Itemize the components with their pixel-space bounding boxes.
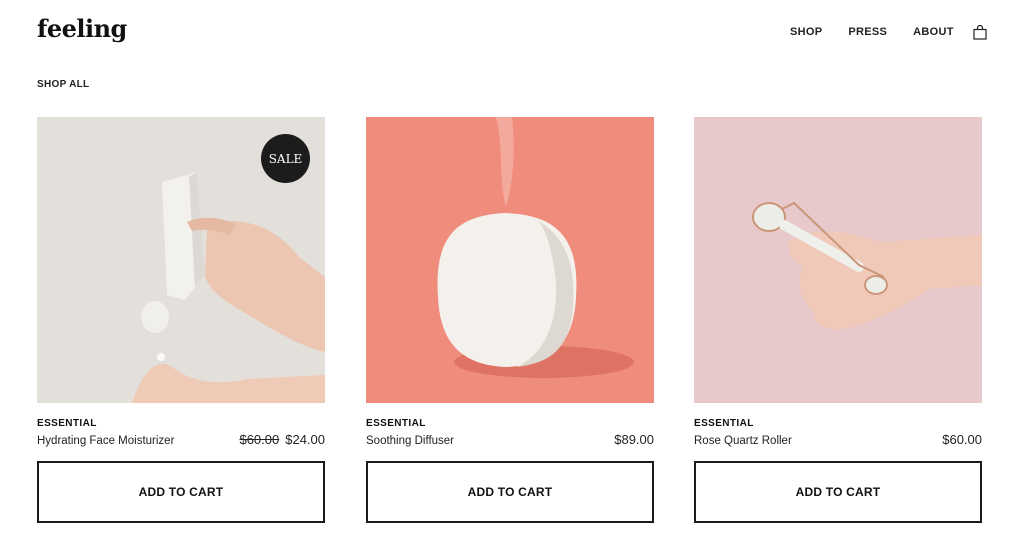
product-name[interactable]: Rose Quartz Roller <box>694 435 792 447</box>
nav-shop-link[interactable]: SHOP <box>790 26 822 38</box>
product-price: $60.00 <box>942 432 982 447</box>
original-price: $60.00 <box>239 432 280 447</box>
brand-logo[interactable]: feeling <box>37 14 127 43</box>
add-to-cart-button[interactable]: ADD TO CART <box>366 461 654 523</box>
product-image[interactable]: SALE <box>37 117 325 403</box>
nav-about-link[interactable]: ABOUT <box>913 26 954 38</box>
product-price: $60.00 $24.00 <box>239 432 325 447</box>
product-price: $89.00 <box>614 432 654 447</box>
product-card: SALE ESSENTIAL Hydrating Face Moisturize… <box>37 117 325 523</box>
nav-press-link[interactable]: PRESS <box>848 26 887 38</box>
product-image[interactable] <box>366 117 654 403</box>
shopping-bag-icon[interactable] <box>973 25 987 40</box>
product-category: ESSENTIAL <box>694 418 754 429</box>
add-to-cart-button[interactable]: ADD TO CART <box>37 461 325 523</box>
add-to-cart-button[interactable]: ADD TO CART <box>694 461 982 523</box>
sale-price: $24.00 <box>285 432 325 447</box>
product-category: ESSENTIAL <box>366 418 426 429</box>
sale-badge: SALE <box>261 134 310 183</box>
main-nav: SHOP PRESS ABOUT <box>790 26 1002 38</box>
product-name[interactable]: Hydrating Face Moisturizer <box>37 435 174 447</box>
breadcrumb[interactable]: SHOP ALL <box>37 79 89 90</box>
product-card: ESSENTIAL Soothing Diffuser $89.00 ADD T… <box>366 117 654 523</box>
product-card: ESSENTIAL Rose Quartz Roller $60.00 ADD … <box>694 117 982 523</box>
diffuser-photo <box>366 117 654 403</box>
product-image[interactable] <box>694 117 982 403</box>
roller-photo <box>694 117 982 403</box>
product-category: ESSENTIAL <box>37 418 97 429</box>
product-name[interactable]: Soothing Diffuser <box>366 435 454 447</box>
